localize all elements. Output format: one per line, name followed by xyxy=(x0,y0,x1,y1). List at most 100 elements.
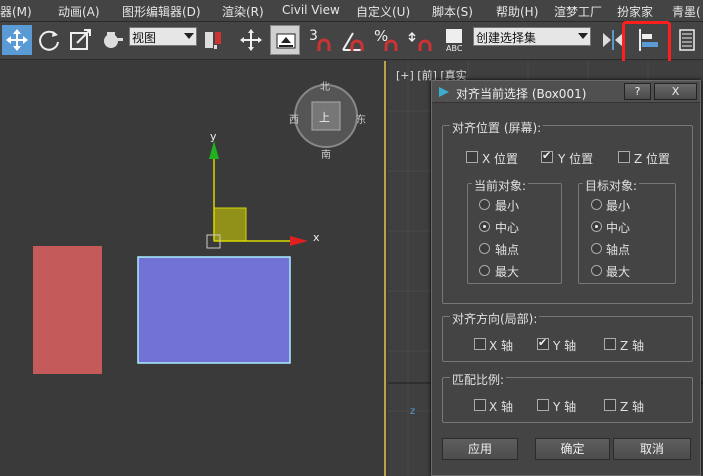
orient-y-label[interactable]: Y 轴 xyxy=(553,337,576,354)
gizmo-y-arrow xyxy=(209,141,219,159)
y-position-checkbox[interactable] xyxy=(541,149,553,163)
angle-snap-icon xyxy=(342,32,364,51)
target-object-option-label[interactable]: 轴点 xyxy=(606,241,630,258)
abc-icon: ABC xyxy=(446,29,463,53)
scale-x-label[interactable]: X 轴 xyxy=(489,398,513,415)
menu-item[interactable]: 渲染(R) xyxy=(222,3,264,20)
orient-z-label[interactable]: Z 轴 xyxy=(620,337,644,354)
scale-z-label[interactable]: Z 轴 xyxy=(620,398,644,415)
orient-x-checkbox[interactable] xyxy=(474,338,486,350)
manipulate-icon xyxy=(240,29,262,51)
viewport-top[interactable]: y x 北 西 东 南 上 xyxy=(0,61,386,476)
y-position-label[interactable]: Y 位置 xyxy=(558,150,593,167)
snap-toggle-button[interactable]: 3 xyxy=(306,25,336,55)
current-object-radio-1[interactable] xyxy=(479,221,490,232)
rotate-tool-button[interactable] xyxy=(34,25,64,55)
z-position-label[interactable]: Z 位置 xyxy=(634,150,670,167)
teapot-icon xyxy=(104,32,123,48)
percent-snap-button[interactable]: % xyxy=(372,25,402,55)
menu-item[interactable]: 动画(A) xyxy=(58,3,100,20)
scale-x-checkbox[interactable] xyxy=(474,399,486,411)
main-toolbar: 视图 3 % ABC 创建选择集 xyxy=(0,22,703,60)
select-manipulate-button[interactable] xyxy=(236,25,266,55)
combo-value: 视图 xyxy=(132,31,157,45)
viewcube-west[interactable]: 西 xyxy=(289,111,299,126)
percent-snap-icon: % xyxy=(374,27,398,51)
reference-coordinate-combo[interactable]: 视图 xyxy=(129,27,197,46)
menu-item[interactable]: 自定义(U) xyxy=(356,3,410,20)
svg-text:3: 3 xyxy=(309,28,318,44)
scale-y-checkbox[interactable] xyxy=(537,399,549,411)
menu-item[interactable]: 渲梦工厂 xyxy=(554,3,602,20)
current-object-radio-3[interactable] xyxy=(479,265,490,276)
align-position-group-label: 对齐位置 (屏幕): xyxy=(450,119,544,136)
scale-tool-button[interactable] xyxy=(66,25,96,55)
menu-item[interactable]: 帮助(H) xyxy=(496,3,538,20)
cancel-button[interactable]: 取消 xyxy=(613,438,691,460)
viewcube-east[interactable]: 东 xyxy=(356,111,366,126)
shortcut-icon xyxy=(276,33,296,49)
viewcube-face-top[interactable]: 上 xyxy=(319,109,330,125)
menu-item[interactable]: 器(M) xyxy=(0,3,32,20)
spinner-snap-button[interactable] xyxy=(406,25,436,55)
menu-item[interactable]: 扮家家 xyxy=(617,3,653,20)
gizmo-plane xyxy=(213,207,247,242)
close-button[interactable]: X xyxy=(654,83,697,100)
target-object-radio-3[interactable] xyxy=(591,265,602,276)
axis-z-label: z xyxy=(410,406,416,417)
target-object-radio-2[interactable] xyxy=(591,243,602,254)
target-object-option-label[interactable]: 中心 xyxy=(606,219,630,236)
keyboard-shortcut-override-button[interactable] xyxy=(270,25,300,55)
target-object-radio-0[interactable] xyxy=(591,199,602,210)
scale-y-label[interactable]: Y 轴 xyxy=(553,398,576,415)
dialog-titlebar[interactable]: 对齐当前选择 (Box001) ? X xyxy=(432,81,700,103)
move-icon xyxy=(6,29,28,51)
menu-item[interactable]: 青墨( xyxy=(672,3,701,20)
x-position-checkbox[interactable] xyxy=(466,151,478,163)
menu-item[interactable]: 脚本(S) xyxy=(432,3,473,20)
axis-y-label: y xyxy=(210,130,217,143)
spinner-snap-icon xyxy=(408,31,432,51)
pivot-center-button[interactable] xyxy=(199,25,229,55)
named-selection-sets-combo[interactable]: 创建选择集 xyxy=(473,27,591,46)
edit-named-selection-button[interactable]: ABC xyxy=(440,25,466,55)
x-position-label[interactable]: X 位置 xyxy=(482,150,518,167)
target-object-option-label[interactable]: 最大 xyxy=(606,263,630,280)
help-button[interactable]: ? xyxy=(624,83,651,100)
blue-box-object xyxy=(137,256,291,364)
angle-snap-button[interactable] xyxy=(338,25,368,55)
ok-button[interactable]: 确定 xyxy=(535,438,610,460)
orient-z-checkbox[interactable] xyxy=(604,338,616,350)
align-selection-dialog: 对齐当前选择 (Box001) ? X 对齐位置 (屏幕): X 位置 Y 位置… xyxy=(431,80,701,476)
align-orientation-group-label: 对齐方向(局部): xyxy=(450,310,540,327)
current-object-option-label[interactable]: 最小 xyxy=(495,197,519,214)
orient-x-label[interactable]: X 轴 xyxy=(489,337,513,354)
current-object-radio-2[interactable] xyxy=(479,243,490,254)
rotate-icon xyxy=(39,30,59,51)
orient-y-checkbox[interactable] xyxy=(537,336,549,350)
target-object-group-label: 目标对象: xyxy=(583,177,640,194)
menu-item[interactable]: 图形编辑器(D) xyxy=(122,3,201,20)
target-object-option-label[interactable]: 最小 xyxy=(606,197,630,214)
chevron-down-icon xyxy=(578,33,588,39)
menu-bar: 器(M) 动画(A) 图形编辑器(D) 渲染(R) Civil View 自定义… xyxy=(0,0,703,22)
viewcube-north[interactable]: 北 xyxy=(320,78,330,93)
z-position-checkbox[interactable] xyxy=(618,151,630,163)
current-object-option-label[interactable]: 最大 xyxy=(495,263,519,280)
viewcube-south[interactable]: 南 xyxy=(321,146,331,161)
move-tool-button[interactable] xyxy=(2,25,32,55)
axis-x-label: x xyxy=(313,231,320,244)
current-object-option-label[interactable]: 中心 xyxy=(495,219,519,236)
dialog-title: 对齐当前选择 (Box001) xyxy=(456,87,587,101)
combo-value: 创建选择集 xyxy=(476,31,537,45)
apply-button[interactable]: 应用 xyxy=(442,438,518,460)
menu-item[interactable]: Civil View xyxy=(282,3,340,17)
target-object-radio-1[interactable] xyxy=(591,221,602,232)
current-object-radio-0[interactable] xyxy=(479,199,490,210)
layer-explorer-button[interactable] xyxy=(672,25,702,55)
select-place-button[interactable] xyxy=(98,25,128,55)
current-object-group-label: 当前对象: xyxy=(472,177,529,194)
scale-z-checkbox[interactable] xyxy=(604,399,616,411)
current-object-option-label[interactable]: 轴点 xyxy=(495,241,519,258)
chevron-down-icon xyxy=(184,33,194,39)
